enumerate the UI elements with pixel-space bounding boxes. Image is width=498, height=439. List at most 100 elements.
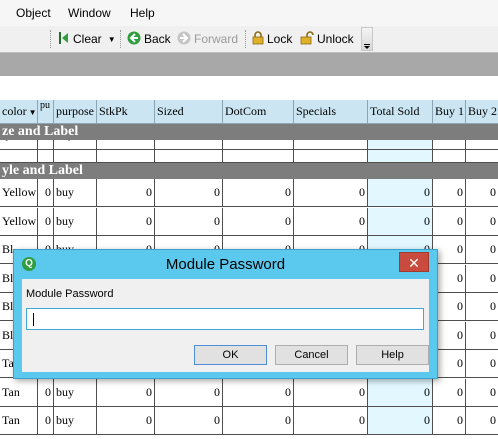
sort-arrow-icon[interactable]: ▼ (29, 108, 37, 117)
toolbar-separator (50, 30, 51, 48)
cell-purpose[interactable]: buy (54, 179, 97, 206)
cell-pu: 0 (38, 140, 54, 149)
text-caret (33, 313, 34, 326)
cell-stkpk[interactable]: 0 (97, 378, 155, 406)
cell-buy2[interactable]: 0 (466, 293, 498, 320)
cell-sized[interactable]: 0 (155, 207, 223, 235)
close-button[interactable]: ✕ (399, 252, 429, 272)
cell-specials[interactable]: 0 (294, 407, 368, 434)
cell-dotcom[interactable]: 0 (223, 179, 294, 206)
cell-buy1[interactable]: 0 (433, 207, 466, 235)
cell-color[interactable]: Tan (0, 378, 38, 406)
menu-object[interactable]: Object (16, 6, 51, 20)
cell-pu[interactable]: 0 (38, 179, 54, 206)
cell-specials[interactable]: 0 (294, 179, 368, 206)
cell-buy2[interactable]: 0 (466, 350, 498, 377)
table-row[interactable]: Yellow 0 buy 0 0 0 0 0 0 0 (0, 207, 498, 236)
forward-button[interactable]: Forward (177, 29, 238, 49)
cell-stkpk: 0 (97, 140, 155, 149)
cell-total-sold[interactable]: 0 (368, 179, 433, 206)
cell-total-sold: 0 (368, 140, 433, 149)
lock-label: Lock (267, 32, 293, 46)
cancel-button[interactable]: Cancel (275, 345, 348, 365)
cell-purpose[interactable]: buy (54, 407, 97, 434)
cell-buy2[interactable]: 0 (466, 322, 498, 349)
column-header-dotcom[interactable]: DotCom (223, 100, 294, 124)
clear-button[interactable]: Clear ▼ (58, 29, 116, 49)
group-header-style-label[interactable]: yle and Label (0, 163, 498, 179)
cell-sized[interactable]: 0 (155, 378, 223, 406)
cell-stkpk[interactable]: 0 (97, 179, 155, 206)
unlock-icon (300, 30, 314, 48)
cell-pu[interactable]: 0 (38, 207, 54, 235)
toolbar-overflow-button[interactable] (361, 27, 373, 51)
cell-buy1: 0 (433, 140, 466, 149)
cell-dotcom[interactable]: 0 (223, 378, 294, 406)
cell-buy1[interactable]: 0 (433, 179, 466, 206)
cell-dotcom[interactable]: 0 (223, 407, 294, 434)
table-row[interactable]: quu 0 buy 0 0 0 0 0 0 0 (0, 140, 498, 150)
back-label: Back (144, 32, 171, 46)
cell-purpose[interactable]: buy (54, 207, 97, 235)
cell-buy2[interactable]: 0 (466, 265, 498, 292)
cell-total-sold[interactable]: 0 (368, 407, 433, 434)
cell-empty (0, 150, 38, 162)
cell-buy2[interactable]: 0 (466, 236, 498, 263)
dialog-body: Module Password OK Cancel Help (22, 279, 429, 372)
cell-stkpk[interactable]: 0 (97, 207, 155, 235)
cell-specials[interactable]: 0 (294, 207, 368, 235)
back-button[interactable]: Back (127, 29, 171, 49)
column-header-color[interactable]: color ▼ (0, 100, 38, 124)
menu-window[interactable]: Window (68, 6, 111, 20)
table-row[interactable]: Tan 0 buy 0 0 0 0 0 0 0 (0, 378, 498, 407)
unlock-label: Unlock (317, 32, 354, 46)
cell-pu[interactable]: 0 (38, 378, 54, 406)
column-header-stkpk[interactable]: StkPk (97, 100, 155, 124)
table-row[interactable]: Tan 0 buy 0 0 0 0 0 0 0 (0, 407, 498, 435)
column-header-sized[interactable]: Sized (155, 100, 223, 124)
column-header-total-sold[interactable]: Total Sold (368, 100, 433, 124)
cell-buy2[interactable]: 0 (466, 208, 498, 235)
column-header-purpose[interactable]: purpose (54, 100, 97, 124)
column-header-pu[interactable]: pu (38, 100, 54, 124)
cell-sized[interactable]: 0 (155, 407, 223, 434)
cell-dotcom: 0 (223, 140, 294, 149)
lock-button[interactable]: Lock (252, 29, 292, 49)
column-header-buy1[interactable]: Buy 1 (433, 100, 466, 124)
cell-dotcom[interactable]: 0 (223, 207, 294, 235)
cell-color[interactable]: Yellow (0, 179, 38, 206)
password-label: Module Password (26, 288, 114, 300)
cell-color[interactable]: Tan (0, 407, 38, 434)
column-header-buy2[interactable]: Buy 2 (466, 100, 498, 124)
password-input[interactable] (26, 308, 424, 330)
table-row (0, 150, 498, 163)
clear-dropdown-icon[interactable]: ▼ (108, 35, 116, 44)
clear-icon (58, 31, 70, 48)
cell-empty (433, 150, 466, 162)
cell-buy1[interactable]: 0 (433, 378, 466, 406)
cell-total-sold[interactable]: 0 (368, 207, 433, 235)
cell-total-sold[interactable]: 0 (368, 378, 433, 406)
cell-purpose[interactable]: buy (54, 378, 97, 406)
cell-buy2[interactable]: 0 (466, 179, 498, 206)
group-header-size-label[interactable]: ze and Label (0, 124, 498, 140)
sheet-band (0, 52, 498, 76)
ok-button[interactable]: OK (194, 345, 267, 365)
module-password-dialog: Q Module Password ✕ Module Password OK C… (13, 249, 438, 379)
column-header-specials[interactable]: Specials (294, 100, 368, 124)
cell-buy2[interactable]: 0 (466, 379, 498, 406)
menu-help[interactable]: Help (130, 6, 155, 20)
cell-color[interactable]: Yellow (0, 207, 38, 235)
cell-specials[interactable]: 0 (294, 378, 368, 406)
forward-arrow-icon (177, 31, 191, 48)
cell-pu[interactable]: 0 (38, 407, 54, 434)
cell-buy1[interactable]: 0 (433, 407, 466, 434)
cell-sized[interactable]: 0 (155, 179, 223, 206)
cell-stkpk[interactable]: 0 (97, 407, 155, 434)
help-button[interactable]: Help (356, 345, 429, 365)
table-row[interactable]: Yellow 0 buy 0 0 0 0 0 0 0 (0, 179, 498, 207)
cell-buy2[interactable]: 0 (466, 407, 498, 434)
unlock-button[interactable]: Unlock (300, 29, 354, 49)
cell-purpose: buy (54, 140, 97, 149)
dialog-title: Module Password (165, 256, 286, 273)
